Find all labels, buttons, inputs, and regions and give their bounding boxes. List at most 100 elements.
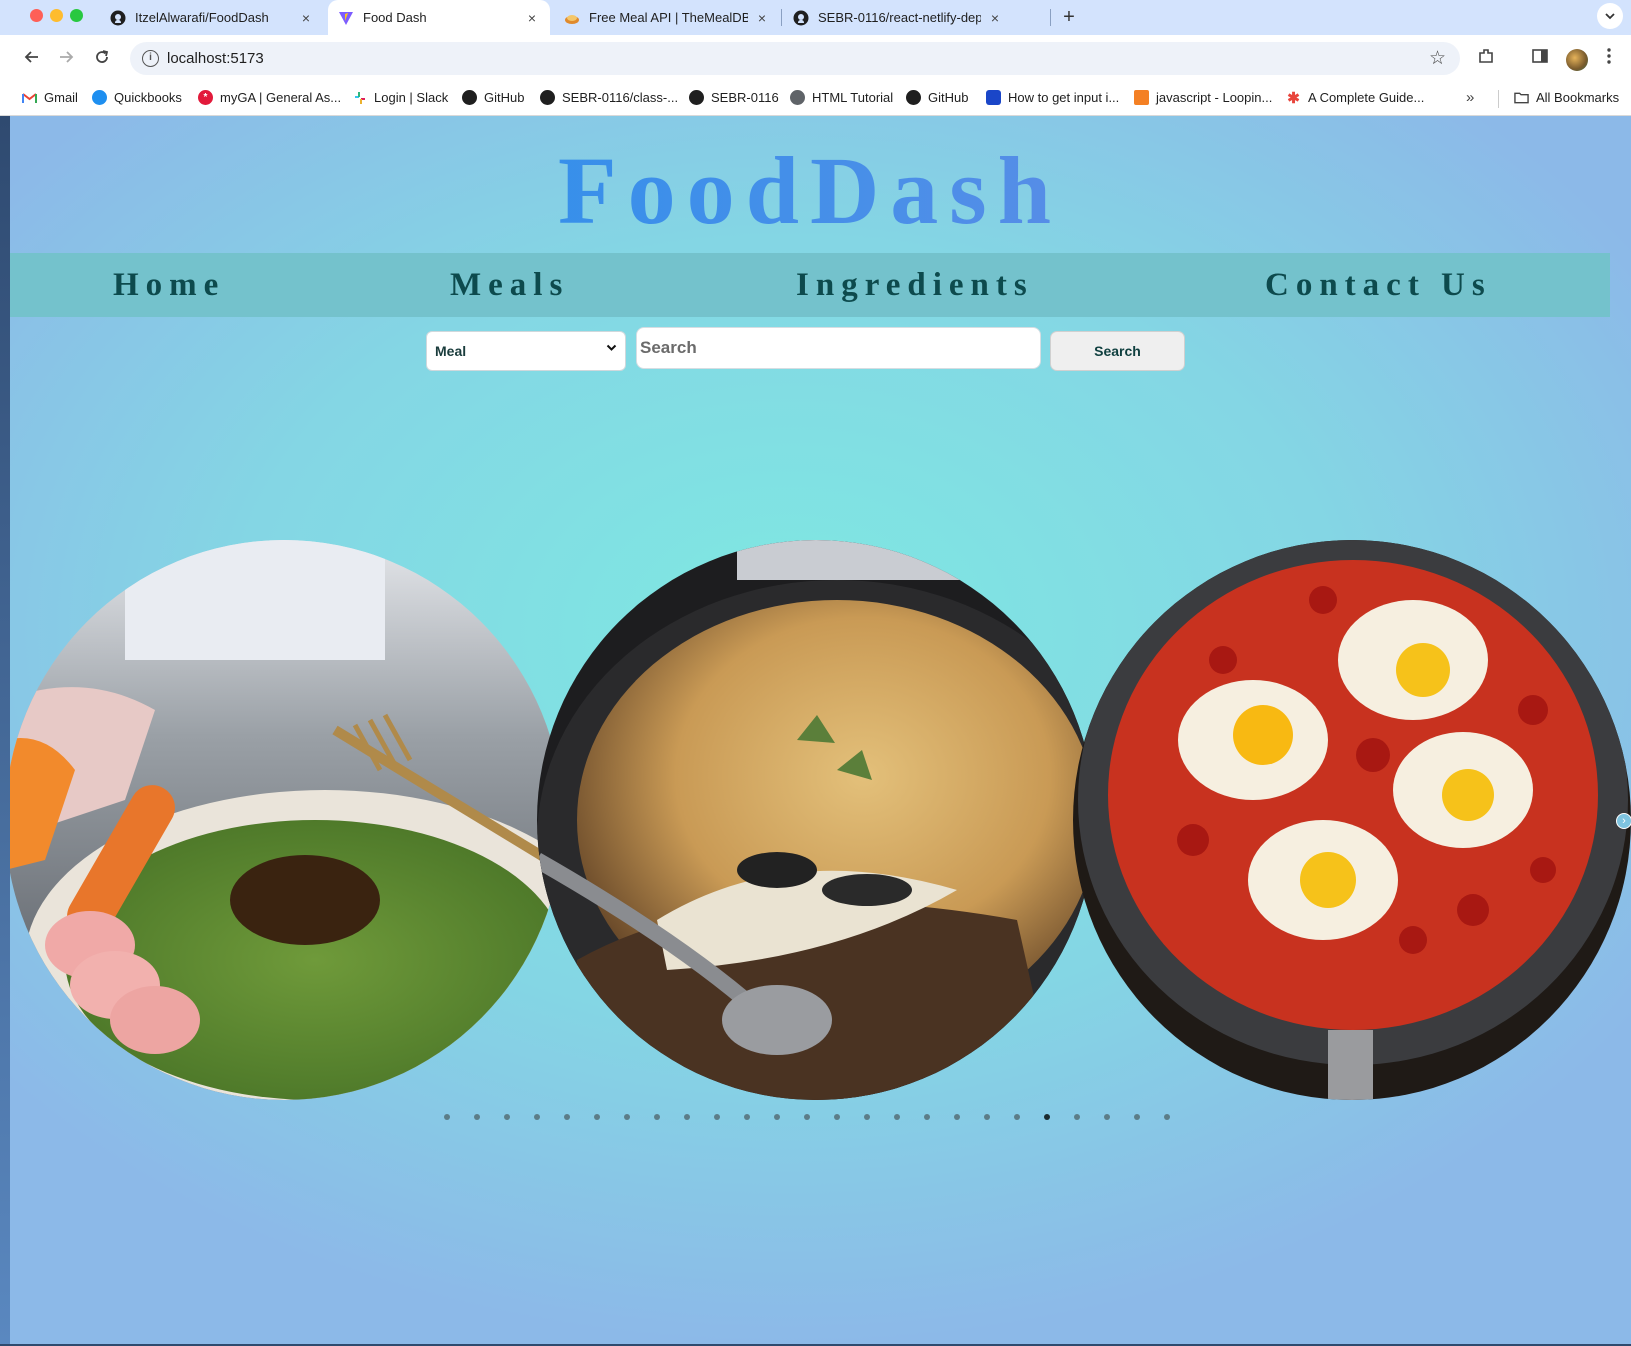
stackoverflow-icon (1134, 90, 1149, 105)
side-panel-icon[interactable] (1531, 47, 1549, 70)
carousel-slide-image[interactable] (10, 540, 563, 1100)
carousel-dot[interactable] (834, 1114, 840, 1120)
quickbooks-icon (92, 90, 107, 105)
forward-button[interactable] (52, 45, 80, 73)
site-logo[interactable]: FoodDash (10, 136, 1610, 246)
tab-title: Free Meal API | TheMealDB.com (589, 10, 748, 25)
tab-mealdb[interactable]: Free Meal API | TheMealDB.com × (554, 0, 780, 35)
ga-icon: * (198, 90, 213, 105)
carousel-dot[interactable] (744, 1114, 750, 1120)
close-tab-icon[interactable]: × (298, 10, 314, 26)
bookmark-label: A Complete Guide... (1308, 90, 1425, 105)
carousel-slide-image[interactable] (1073, 540, 1631, 1100)
carousel-dot[interactable] (474, 1114, 480, 1120)
bookmark-label: All Bookmarks (1536, 90, 1620, 105)
search-type-select[interactable]: Meal (426, 331, 626, 371)
carousel-dot[interactable] (444, 1114, 450, 1120)
search-button[interactable]: Search (1050, 331, 1185, 371)
close-tab-icon[interactable]: × (987, 10, 1003, 26)
tab-search-button[interactable] (1597, 3, 1623, 29)
food-photo-stamppot (10, 540, 563, 1100)
tab-title: SEBR-0116/react-netlify-deploy (818, 10, 981, 25)
back-arrow-icon (24, 51, 38, 63)
slack-icon (352, 90, 367, 105)
close-tab-icon[interactable]: × (524, 10, 540, 26)
bookmarks-bar: Gmail Quickbooks * myGA | General As... … (0, 82, 1631, 116)
all-bookmarks-button[interactable]: All Bookmarks (1514, 90, 1619, 105)
bookmark-star-icon[interactable]: ☆ (1429, 47, 1446, 70)
bookmark-github[interactable]: GitHub (462, 90, 524, 105)
bookmark-label: HTML Tutorial (812, 90, 894, 105)
carousel-dot[interactable] (714, 1114, 720, 1120)
bookmark-sebr[interactable]: SEBR-0116 (689, 90, 779, 105)
carousel-dot[interactable] (954, 1114, 960, 1120)
bookmark-complete-guide[interactable]: ✱ A Complete Guide... (1286, 90, 1425, 107)
carousel-dot[interactable] (504, 1114, 510, 1120)
back-button[interactable] (18, 45, 46, 73)
github-icon (906, 90, 921, 105)
carousel-slide-image[interactable] (537, 540, 1095, 1100)
bookmarks-divider (1498, 90, 1499, 108)
more-bookmarks-icon[interactable]: » (1466, 89, 1474, 106)
carousel-dot[interactable] (864, 1114, 870, 1120)
bookmark-javascript-looping[interactable]: javascript - Loopin... (1134, 90, 1272, 105)
carousel-dot[interactable] (564, 1114, 570, 1120)
carousel-dot[interactable] (984, 1114, 990, 1120)
reload-icon (96, 50, 109, 63)
search-input[interactable]: Search (636, 327, 1041, 369)
nav-ingredients[interactable]: Ingredients (796, 267, 1034, 304)
carousel-dot[interactable] (594, 1114, 600, 1120)
carousel-dot[interactable] (654, 1114, 660, 1120)
carousel-dot[interactable] (1074, 1114, 1080, 1120)
carousel-dot[interactable] (684, 1114, 690, 1120)
minimize-window-button[interactable] (50, 9, 63, 22)
mealdb-icon (564, 10, 580, 26)
github-icon (540, 90, 555, 105)
carousel-dot[interactable] (924, 1114, 930, 1120)
maximize-window-button[interactable] (70, 9, 83, 22)
bookmark-quickbooks[interactable]: Quickbooks (92, 90, 182, 105)
close-tab-icon[interactable]: × (754, 10, 770, 26)
reload-button[interactable] (88, 45, 116, 73)
tab-github-netlify[interactable]: SEBR-0116/react-netlify-deploy × (783, 0, 1013, 35)
forward-arrow-icon (60, 51, 74, 63)
nav-contact-us[interactable]: Contact Us (1265, 267, 1492, 304)
carousel-dot[interactable] (804, 1114, 810, 1120)
tab-separator (781, 9, 782, 26)
close-window-button[interactable] (30, 9, 43, 22)
profile-avatar[interactable] (1566, 49, 1588, 71)
carousel-dot[interactable] (624, 1114, 630, 1120)
nav-home[interactable]: Home (113, 267, 225, 304)
carousel-next-icon[interactable]: › (1616, 813, 1631, 829)
site-info-icon[interactable]: i (142, 50, 159, 67)
tab-food-dash[interactable]: Food Dash × (328, 0, 550, 35)
carousel-dot[interactable] (534, 1114, 540, 1120)
bookmark-html-tutorial[interactable]: HTML Tutorial (790, 90, 893, 105)
shield-icon (986, 90, 1001, 105)
address-bar[interactable]: i localhost:5173 ☆ (130, 42, 1460, 75)
bookmark-gmail[interactable]: Gmail (22, 90, 78, 105)
carousel-dot[interactable] (1014, 1114, 1020, 1120)
bookmark-myga[interactable]: * myGA | General As... (198, 90, 341, 105)
nav-meals[interactable]: Meals (450, 267, 569, 304)
bookmark-how-to-get-input[interactable]: How to get input i... (986, 90, 1119, 105)
bookmark-github-2[interactable]: GitHub (906, 90, 968, 105)
bookmark-label: javascript - Loopin... (1156, 90, 1273, 105)
new-tab-button[interactable]: + (1056, 4, 1082, 30)
carousel-dot[interactable] (894, 1114, 900, 1120)
bookmark-label: Quickbooks (114, 90, 182, 105)
github-icon (462, 90, 477, 105)
carousel-dot[interactable] (1104, 1114, 1110, 1120)
carousel-dot[interactable] (1134, 1114, 1140, 1120)
carousel-dot[interactable] (1164, 1114, 1170, 1120)
search-bar: Meal Search Search (10, 327, 1610, 371)
extensions-icon[interactable] (1477, 47, 1495, 70)
bookmark-slack[interactable]: Login | Slack (352, 90, 448, 105)
menu-kebab-icon[interactable] (1606, 47, 1612, 70)
food-photo-shakshuka (1073, 540, 1631, 1100)
tab-github-fooddash[interactable]: ItzelAlwarafi/FoodDash × (100, 0, 324, 35)
carousel-dot[interactable] (1044, 1114, 1050, 1120)
url-text[interactable]: localhost:5173 (167, 50, 264, 67)
bookmark-sebr-class[interactable]: SEBR-0116/class-... (540, 90, 678, 105)
carousel-dot[interactable] (774, 1114, 780, 1120)
